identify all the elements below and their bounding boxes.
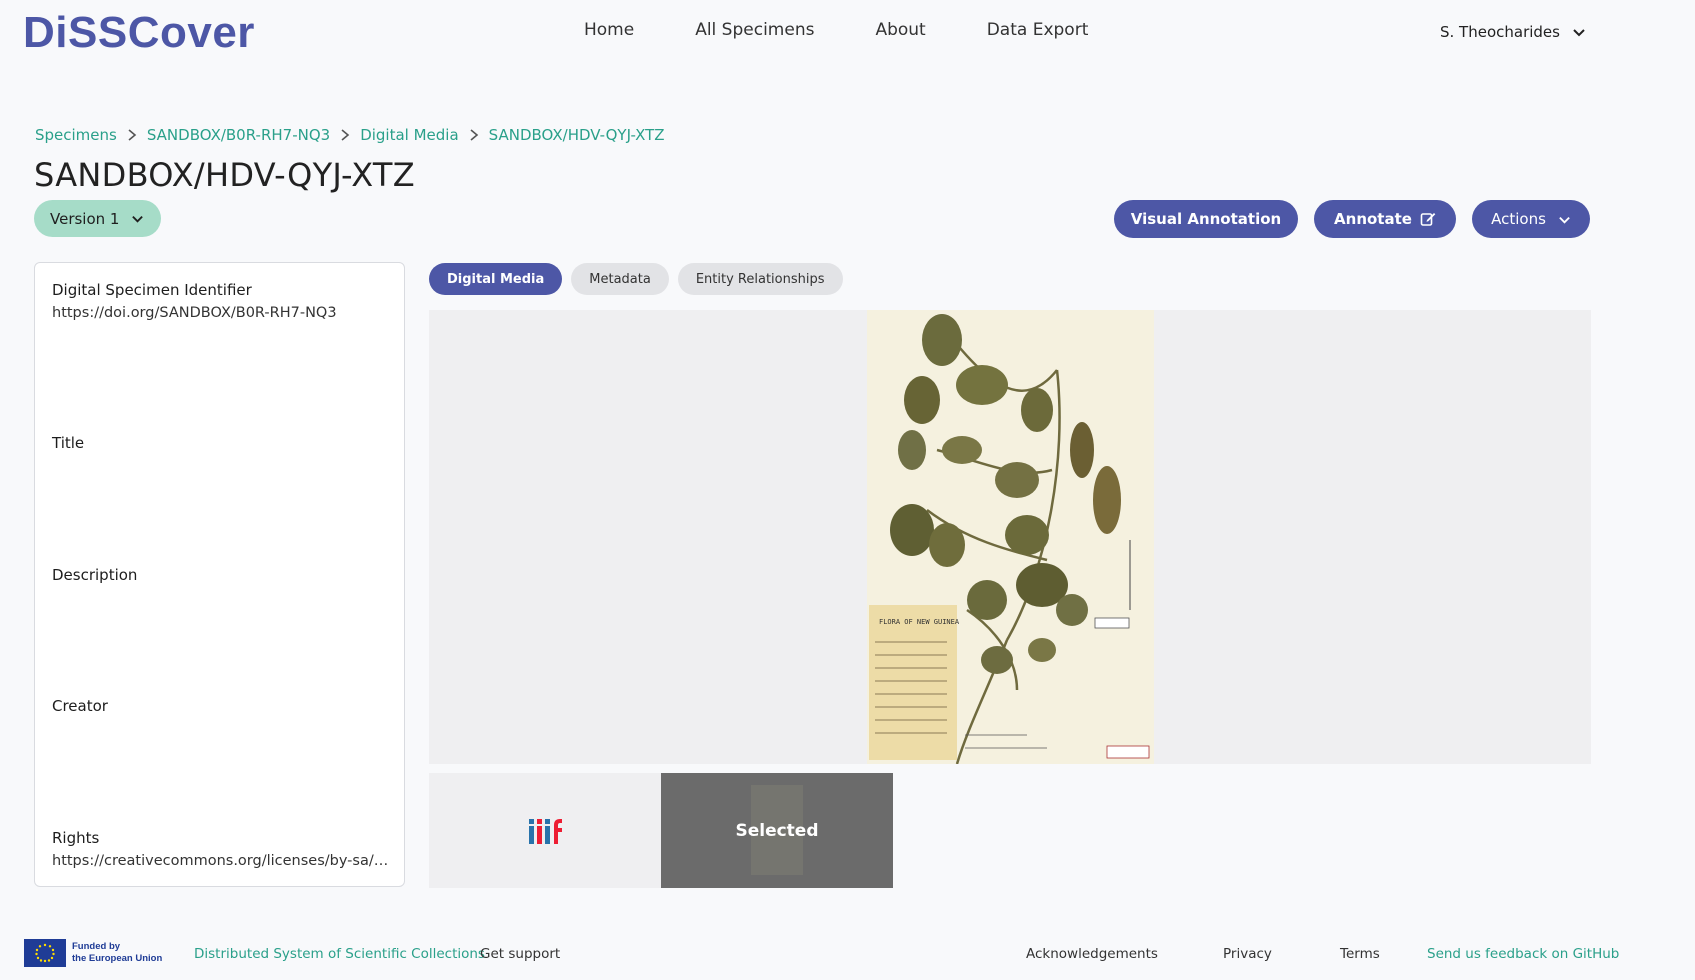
user-name: S. Theocharides	[1440, 23, 1560, 41]
visual-annotation-button[interactable]: Visual Annotation	[1114, 200, 1298, 238]
field-value: https://creativecommons.org/licenses/by-…	[52, 853, 392, 869]
main-nav: Home All Specimens About Data Export	[584, 20, 1149, 40]
field-rights: Rights https://creativecommons.org/licen…	[52, 829, 392, 869]
footer-link-dissco[interactable]: Distributed System of Scientific Collect…	[194, 946, 485, 962]
field-label: Description	[52, 566, 138, 584]
eu-text-line2: the European Union	[72, 953, 163, 964]
eu-text-line1: Funded by	[72, 941, 121, 952]
version-select[interactable]: Version 1	[34, 200, 161, 237]
thumbnail-strip: Selected	[429, 773, 893, 888]
details-panel: Digital Specimen Identifier https://doi.…	[34, 262, 405, 887]
iiif-logo-icon	[529, 818, 562, 844]
breadcrumb-current[interactable]: SANDBOX/HDV-QYJ-XTZ	[489, 126, 665, 144]
tab-bar: Digital Media Metadata Entity Relationsh…	[429, 263, 852, 295]
herbarium-sheet-illustration: FLORA OF NEW GUINEA	[867, 310, 1154, 765]
breadcrumb: Specimens SANDBOX/B0R-RH7-NQ3 Digital Me…	[35, 126, 665, 144]
selected-label: Selected	[735, 820, 819, 841]
actions-label: Actions	[1491, 210, 1546, 228]
page-title: SANDBOX/HDV-QYJ-XTZ	[34, 156, 415, 194]
annotate-label: Annotate	[1334, 210, 1412, 228]
eu-funding-text: Funded by the European Union	[72, 941, 162, 965]
footer-link-get-support[interactable]: Get support	[480, 946, 560, 962]
edit-icon	[1420, 213, 1436, 226]
field-identifier: Digital Specimen Identifier https://doi.…	[52, 281, 392, 321]
tab-entity-relationships[interactable]: Entity Relationships	[677, 263, 843, 295]
user-menu[interactable]: S. Theocharides	[1440, 23, 1586, 41]
footer-link-acknowledgements[interactable]: Acknowledgements	[1026, 946, 1158, 962]
header: DiSSCover Home All Specimens About Data …	[0, 0, 1695, 70]
breadcrumb-digital-media[interactable]: Digital Media	[360, 126, 458, 144]
chevron-right-icon	[341, 129, 350, 141]
field-creator: Creator	[52, 697, 392, 721]
chevron-down-icon	[1559, 216, 1570, 224]
tab-metadata[interactable]: Metadata	[571, 263, 669, 295]
nav-data-export[interactable]: Data Export	[987, 20, 1089, 40]
specimen-image[interactable]: FLORA OF NEW GUINEA	[867, 310, 1154, 765]
tab-digital-media[interactable]: Digital Media	[429, 263, 563, 295]
footer-link-github-feedback[interactable]: Send us feedback on GitHub	[1427, 946, 1619, 962]
svg-text:FLORA OF NEW GUINEA: FLORA OF NEW GUINEA	[879, 618, 960, 626]
nav-all-specimens[interactable]: All Specimens	[695, 20, 814, 40]
footer: Funded by the European Union Distributed…	[0, 935, 1695, 975]
nav-about[interactable]: About	[875, 20, 925, 40]
breadcrumb-specimens[interactable]: Specimens	[35, 126, 117, 144]
field-value: https://doi.org/SANDBOX/B0R-RH7-NQ3	[52, 305, 337, 321]
actions-button[interactable]: Actions	[1472, 200, 1590, 238]
chevron-right-icon	[470, 129, 478, 141]
chevron-down-icon	[132, 215, 144, 223]
logo[interactable]: DiSSCover	[23, 8, 255, 58]
breadcrumb-specimen[interactable]: SANDBOX/B0R-RH7-NQ3	[147, 126, 330, 144]
field-label: Rights	[52, 829, 100, 847]
chevron-right-icon	[128, 129, 137, 141]
footer-link-privacy[interactable]: Privacy	[1223, 946, 1272, 962]
field-title: Title	[52, 434, 392, 458]
nav-home[interactable]: Home	[584, 20, 634, 40]
chevron-down-icon	[1573, 29, 1585, 37]
eu-flag-icon	[24, 939, 66, 967]
field-label: Title	[52, 434, 85, 452]
field-label: Creator	[52, 697, 108, 715]
selected-thumbnail[interactable]: Selected	[661, 773, 893, 888]
app: DiSSCover Home All Specimens About Data …	[0, 0, 1695, 980]
iiif-thumbnail[interactable]	[429, 773, 661, 888]
footer-link-terms[interactable]: Terms	[1340, 946, 1380, 962]
annotate-button[interactable]: Annotate	[1314, 200, 1456, 238]
field-label: Digital Specimen Identifier	[52, 281, 252, 299]
version-label: Version 1	[50, 209, 120, 228]
field-description: Description	[52, 566, 392, 590]
media-viewer[interactable]: FLORA OF NEW GUINEA	[429, 310, 1591, 765]
